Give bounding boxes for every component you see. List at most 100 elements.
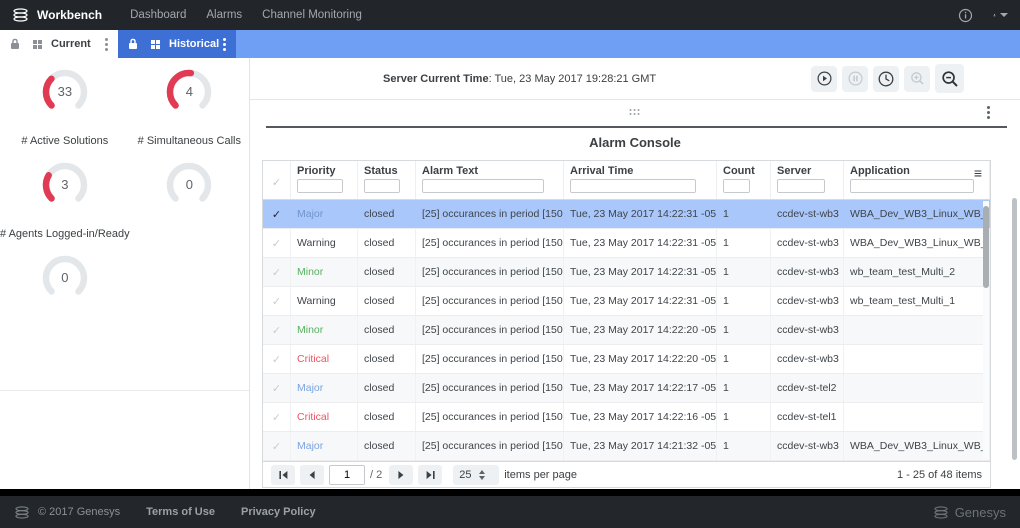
page-count-label: / 2 [370,469,382,481]
table-row[interactable]: ✓Majorclosed[25] occurances in period [1… [263,200,990,229]
filter-input-priority[interactable] [297,179,343,193]
tab-current[interactable]: Current [0,30,118,58]
last-page-button[interactable] [418,465,442,485]
table-row[interactable]: ✓Minorclosed[25] occurances in period [1… [263,316,990,345]
table-scrollbar-thumb[interactable] [983,206,989,288]
filter-input-arrival-time[interactable] [570,179,696,193]
main-panel: Server Current Time: Tue, 23 May 2017 19… [250,58,1020,489]
gauge-label: # Active Solutions [21,135,108,147]
page-size-select[interactable]: 25 [453,465,499,485]
user-icon [993,8,996,22]
table-row[interactable]: ✓Warningclosed[25] occurances in period … [263,229,990,258]
page-number-input[interactable] [329,465,365,485]
page-scrollbar-thumb[interactable] [1012,198,1017,460]
stepper-icon [479,470,485,480]
table-row[interactable]: ✓Criticalclosed[25] occurances in period… [263,403,990,432]
cell-count: 1 [717,316,771,344]
filter-input-status[interactable] [364,179,400,193]
tab-historical[interactable]: Historical [118,30,236,58]
cell-status: closed [358,403,416,431]
filter-input-server[interactable] [777,179,825,193]
table-row[interactable]: ✓Majorclosed[25] occurances in period [1… [263,374,990,403]
nav-item-channel-monitoring[interactable]: Channel Monitoring [262,9,362,21]
cell-status: closed [358,345,416,373]
column-menu-icon[interactable]: ≡ [974,165,982,181]
app-title: Workbench [37,8,102,22]
previous-page-button[interactable] [300,465,324,485]
select-all-checkbox[interactable]: ✓ [263,161,291,199]
tab-current-menu-icon[interactable] [105,38,108,51]
tab-historical-menu-icon[interactable] [223,38,226,51]
table-row[interactable]: ✓Warningclosed[25] occurances in period … [263,287,990,316]
tab-historical-label: Historical [169,38,219,50]
column-header-priority: Priority [297,165,351,177]
cell-priority: Major [291,432,358,460]
gauge-grid: 33# Active Solutions4# Simultaneous Call… [0,58,249,321]
zoom-in-button[interactable] [904,66,930,92]
gauge-widget: 33# Active Solutions [0,68,130,147]
clock-button[interactable] [873,66,899,92]
cell-server: ccdev-st-wb3 [771,258,844,286]
widget-title: Alarm Console [250,135,1020,150]
chevron-down-icon [1000,13,1008,17]
table-body: ✓Majorclosed[25] occurances in period [1… [263,200,990,461]
cell-alarm-text: [25] occurances in period [15000... [416,229,564,257]
row-checkbox[interactable]: ✓ [263,432,291,460]
row-checkbox[interactable]: ✓ [263,229,291,257]
row-checkbox[interactable]: ✓ [263,374,291,402]
next-page-button[interactable] [389,465,413,485]
table-row[interactable]: ✓Criticalclosed[25] occurances in period… [263,345,990,374]
gauge-value: 0 [41,270,89,285]
widget-menu-icon[interactable] [987,106,990,119]
table-row[interactable]: ✓Majorclosed[25] occurances in period [1… [263,432,990,461]
privacy-policy-link[interactable]: Privacy Policy [241,506,316,518]
tab-current-label: Current [51,38,91,50]
play-button[interactable] [811,66,837,92]
play-icon [817,71,832,86]
cell-arrival: Tue, 23 May 2017 14:21:32 -0500 [564,432,717,460]
row-checkbox[interactable]: ✓ [263,403,291,431]
info-icon[interactable] [958,8,973,23]
footer-divider [0,489,1020,496]
cell-server: ccdev-st-wb3 [771,432,844,460]
nav-item-alarms[interactable]: Alarms [206,9,242,21]
cell-alarm-text: [25] occurances in period [15000... [416,287,564,315]
cell-server: ccdev-st-tel2 [771,374,844,402]
cell-priority: Major [291,200,358,228]
pause-button[interactable] [842,66,868,92]
filter-input-count[interactable] [723,179,750,193]
filter-input-application[interactable] [850,179,974,193]
row-checkbox[interactable]: ✓ [263,258,291,286]
widget-header [250,100,1020,126]
first-page-button[interactable] [271,465,295,485]
gauge-chart: 0 [41,254,89,302]
row-checkbox[interactable]: ✓ [263,200,291,228]
drag-handle-icon[interactable] [630,109,641,116]
cell-count: 1 [717,229,771,257]
cell-server: ccdev-st-wb3 [771,200,844,228]
filter-input-alarm-text[interactable] [422,179,544,193]
pause-icon [848,71,863,86]
gauge-chart: 0 [165,161,213,209]
cell-status: closed [358,432,416,460]
zoom-out-button[interactable] [935,64,964,93]
cell-status: closed [358,287,416,315]
cell-application: WBA_Dev_WB3_Linux_WB_CCDE. [844,229,990,257]
cell-count: 1 [717,403,771,431]
alarm-table: ✓ Priority Status Alarm Text Arrival Tim… [262,160,991,488]
server-current-time: Server Current Time: Tue, 23 May 2017 19… [383,73,656,85]
terms-of-use-link[interactable]: Terms of Use [146,506,215,518]
nav-item-dashboard[interactable]: Dashboard [130,9,186,21]
items-range-label: 1 - 25 of 48 items [897,469,982,481]
cell-alarm-text: [25] occurances in period [15000... [416,200,564,228]
cell-priority: Minor [291,316,358,344]
table-row[interactable]: ✓Minorclosed[25] occurances in period [1… [263,258,990,287]
table-header: ✓ Priority Status Alarm Text Arrival Tim… [263,161,990,200]
row-checkbox[interactable]: ✓ [263,287,291,315]
user-menu[interactable] [993,8,1008,23]
row-checkbox[interactable]: ✓ [263,345,291,373]
pagination-bar: / 2 25 items per page 1 - 25 of 48 items [263,461,990,487]
cell-application: wb_team_test_Multi_2 [844,258,990,286]
cell-arrival: Tue, 23 May 2017 14:22:17 -0500 [564,374,717,402]
row-checkbox[interactable]: ✓ [263,316,291,344]
